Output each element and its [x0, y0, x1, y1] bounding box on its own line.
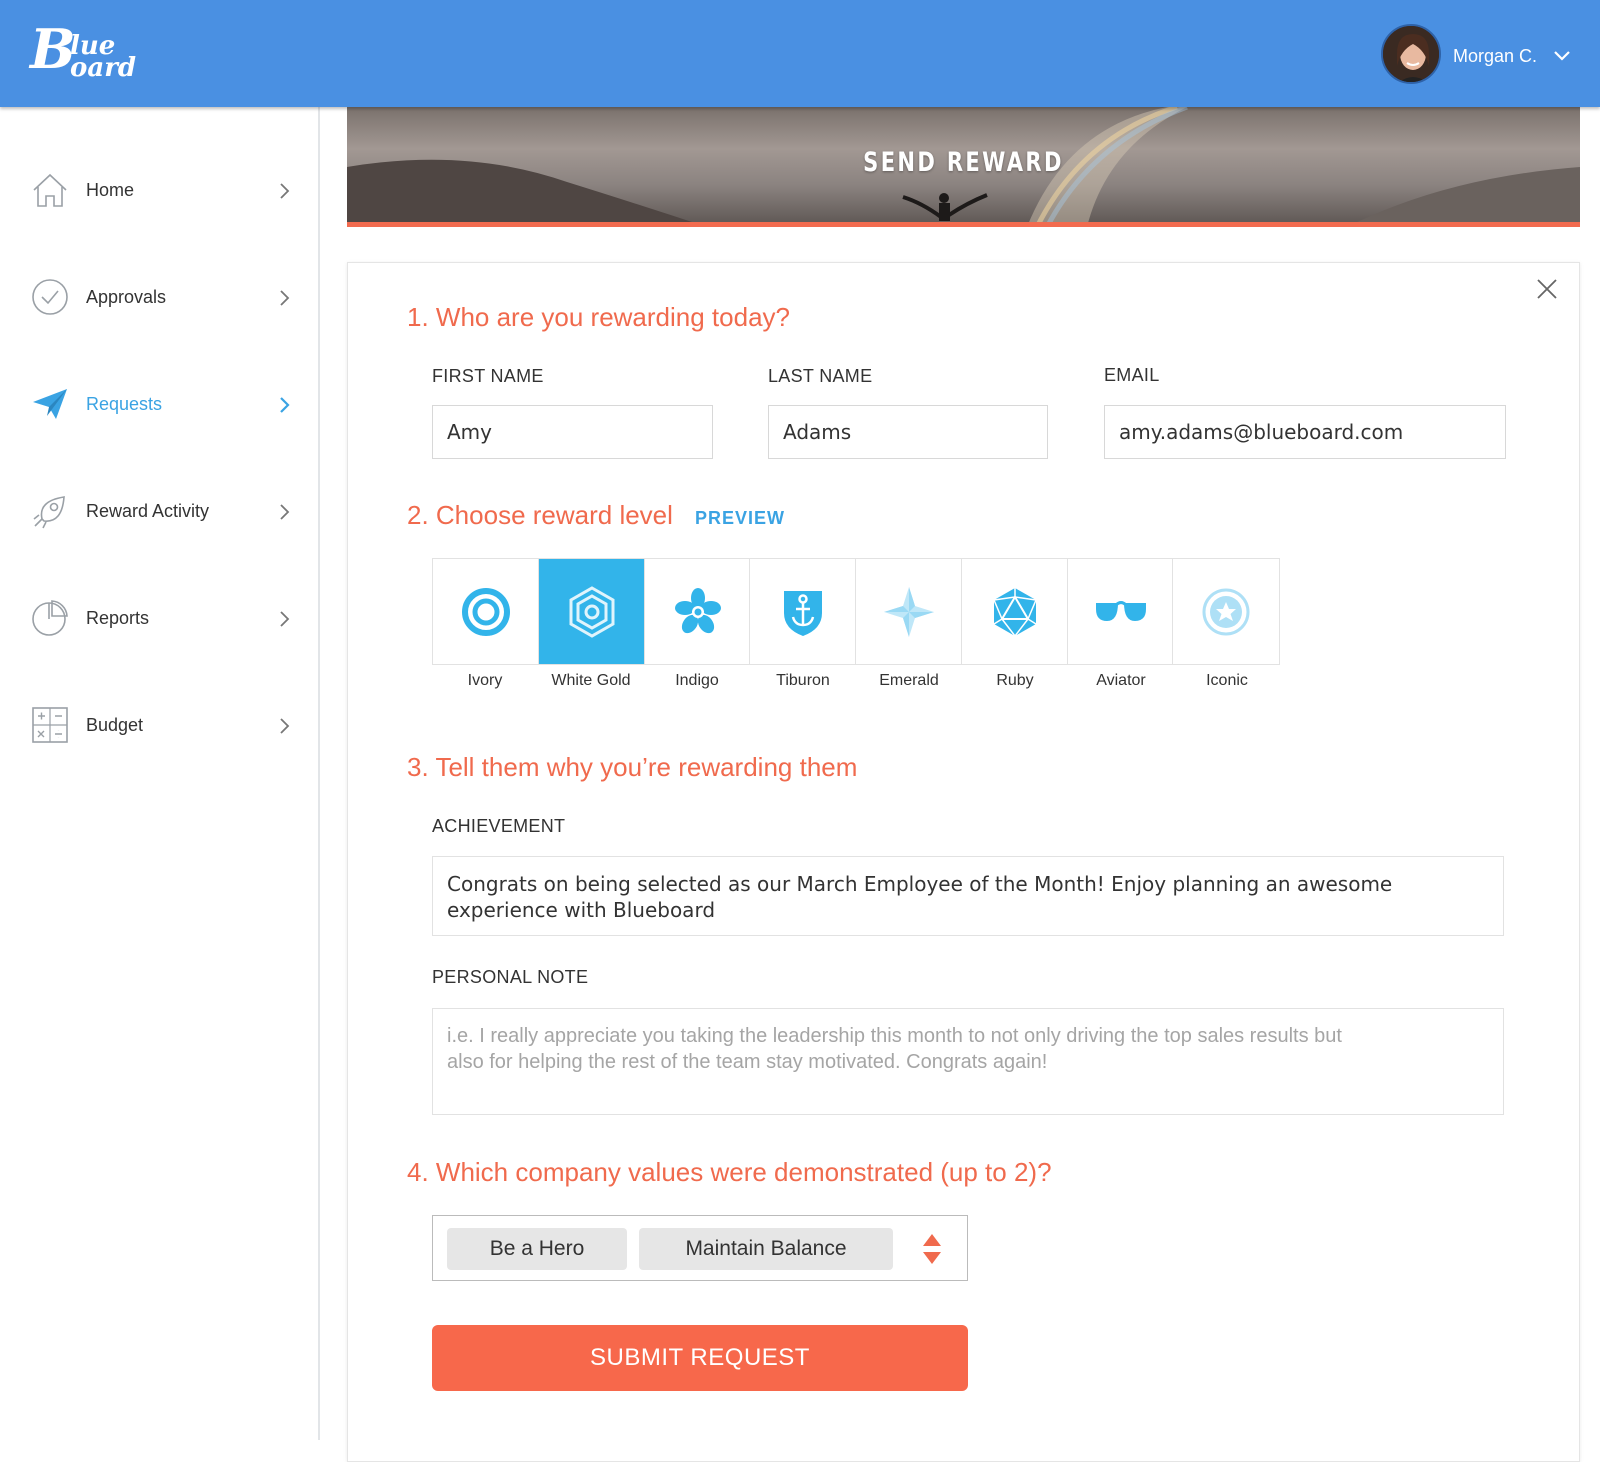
personal-note-textarea[interactable]: i.e. I really appreciate you taking the …: [432, 1008, 1504, 1115]
last-name-label: LAST NAME: [768, 366, 873, 386]
reward-level-iconic[interactable]: [1173, 559, 1279, 664]
reward-level-label: Ruby: [996, 672, 1034, 689]
reward-level-indigo[interactable]: [645, 559, 751, 664]
sidebar-item-label: Reports: [86, 608, 150, 628]
value-chip[interactable]: Be a Hero: [447, 1228, 627, 1270]
reward-level-aviator[interactable]: [1068, 559, 1174, 664]
chevron-right-icon: [280, 183, 290, 199]
sidebar-item-home[interactable]: Home: [0, 160, 318, 220]
flower-icon: [674, 588, 721, 634]
sidebar-item-label: Approvals: [86, 287, 167, 307]
paper-plane-icon: [33, 389, 67, 419]
reward-level-emerald[interactable]: [856, 559, 962, 664]
step2-title: 2. Choose reward level: [407, 500, 673, 530]
gem-icon: [993, 588, 1037, 637]
email-field[interactable]: amy.adams@blueboard.com: [1104, 405, 1506, 459]
banner-title: SEND REWARD: [863, 147, 1064, 178]
reward-level-label: White Gold: [551, 672, 631, 689]
chevron-right-icon: [280, 611, 290, 627]
hexagon-icon: [569, 586, 615, 638]
calculator-icon: [32, 707, 68, 743]
reward-level-label: Indigo: [675, 672, 719, 689]
sidebar-item-requests[interactable]: Requests: [0, 374, 318, 434]
rocket-icon: [33, 496, 65, 529]
chevron-right-icon: [280, 504, 290, 520]
reward-level-label: Iconic: [1206, 672, 1248, 689]
check-circle-icon: [32, 279, 68, 315]
sidebar-item-approvals[interactable]: Approvals: [0, 267, 318, 327]
sparkle-star-icon: [884, 587, 934, 637]
email-label: EMAIL: [1104, 365, 1160, 385]
first-name-label: FIRST NAME: [432, 366, 544, 386]
reward-level-label: Tiburon: [776, 672, 830, 689]
sunglasses-icon: [1095, 601, 1146, 621]
chevron-down-icon[interactable]: [1553, 50, 1571, 62]
chevron-right-icon: [280, 290, 290, 306]
banner-accent-stripe: [347, 222, 1580, 227]
personal-note-label: PERSONAL NOTE: [432, 967, 589, 987]
sidebar-item-label: Reward Activity: [86, 501, 210, 521]
chevron-right-icon: [280, 397, 290, 413]
reward-level-label: Ivory: [467, 672, 503, 689]
user-avatar[interactable]: [1381, 24, 1441, 84]
last-name-field[interactable]: Adams: [768, 405, 1048, 459]
close-icon[interactable]: [1535, 277, 1559, 301]
reward-level-label: Emerald: [879, 672, 939, 689]
value-chip[interactable]: Maintain Balance: [639, 1228, 893, 1270]
sidebar-item-label: Requests: [86, 394, 163, 414]
step3-title: 3. Tell them why you’re rewarding them: [407, 752, 858, 782]
ring-icon: [462, 588, 510, 636]
anchor-shield-icon: [784, 591, 823, 636]
step1-title: 1. Who are you rewarding today?: [407, 302, 790, 332]
company-values-select[interactable]: Be a Hero Maintain Balance: [432, 1215, 968, 1281]
pie-chart-icon: [32, 600, 68, 636]
svg-text:oard: oard: [70, 53, 136, 83]
reward-level-ivory[interactable]: [433, 559, 539, 664]
chevron-right-icon: [280, 718, 290, 734]
top-bar: B lue oard Morgan C.: [0, 0, 1600, 107]
user-name[interactable]: Morgan C.: [1453, 46, 1537, 67]
submit-request-button[interactable]: SUBMIT REQUEST: [432, 1325, 968, 1391]
achievement-label: ACHIEVEMENT: [432, 816, 566, 836]
reward-level-tiburon[interactable]: [750, 559, 856, 664]
star-medal-icon: [1202, 588, 1250, 636]
blueboard-logo[interactable]: B lue oard: [28, 18, 158, 88]
achievement-textarea[interactable]: Congrats on being selected as our March …: [432, 856, 1504, 936]
reward-level-white-gold[interactable]: [538, 559, 645, 664]
reward-level-picker: [432, 558, 1280, 665]
reward-level-label: Aviator: [1096, 672, 1146, 689]
sidebar-item-reward-activity[interactable]: Reward Activity: [0, 481, 318, 541]
sidebar-item-reports[interactable]: Reports: [0, 588, 318, 648]
sidebar-item-label: Budget: [86, 715, 144, 735]
reward-level-ruby[interactable]: [962, 559, 1068, 664]
preview-link[interactable]: PREVIEW: [695, 508, 785, 529]
send-reward-banner: SEND REWARD: [347, 107, 1580, 227]
sidebar-item-budget[interactable]: Budget: [0, 695, 318, 755]
sidebar-item-label: Home: [86, 180, 135, 200]
home-icon: [33, 173, 67, 207]
svg-text:B: B: [28, 18, 76, 81]
step4-title: 4. Which company values were demonstrate…: [407, 1157, 1052, 1187]
first-name-field[interactable]: Amy: [432, 405, 713, 459]
sort-arrows-icon[interactable]: [921, 1232, 943, 1266]
